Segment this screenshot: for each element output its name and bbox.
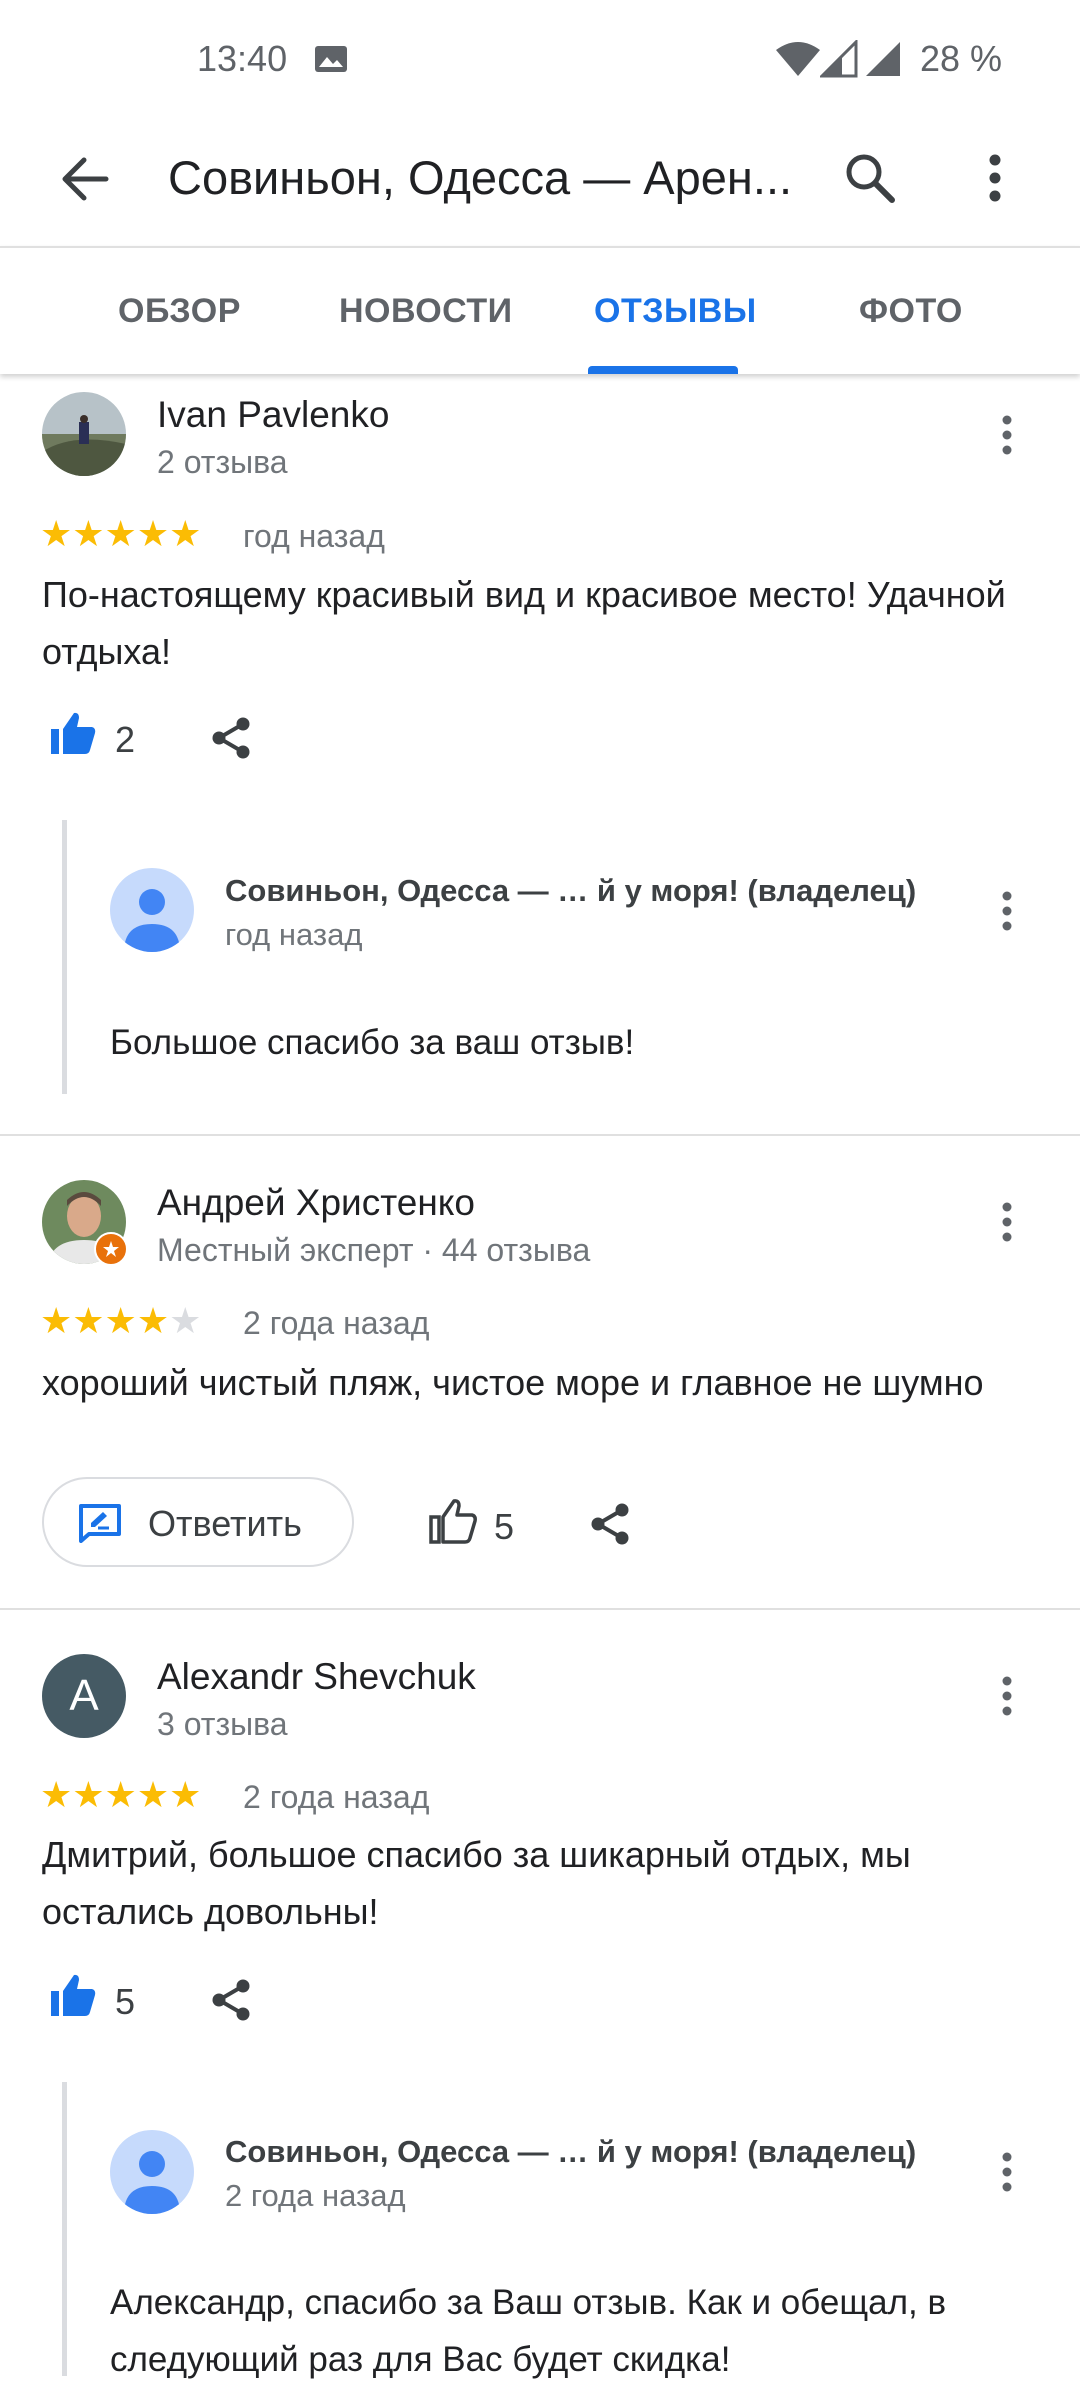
reply-button-label: Ответить bbox=[148, 1503, 302, 1544]
active-tab-indicator bbox=[588, 366, 738, 374]
reviewer-avatar[interactable]: A bbox=[42, 1654, 126, 1738]
tab-reviews[interactable]: ОТЗЫВЫ bbox=[594, 292, 757, 331]
tab-overview[interactable]: ОБЗОР bbox=[118, 292, 241, 331]
review-more-icon[interactable] bbox=[1000, 415, 1014, 455]
like-count: 5 bbox=[115, 1981, 136, 2022]
owner-avatar bbox=[110, 868, 194, 952]
local-guide-badge-icon bbox=[94, 1232, 128, 1266]
star-rating: ★★★★★ bbox=[40, 1774, 202, 1815]
share-icon[interactable] bbox=[589, 1502, 631, 1546]
star-rating: ★★★★★ bbox=[40, 1300, 202, 1341]
reply-more-icon[interactable] bbox=[1000, 2152, 1014, 2192]
more-options-icon[interactable] bbox=[988, 154, 1002, 202]
tab-photos[interactable]: ФОТО bbox=[859, 292, 963, 331]
thumbs-up-icon[interactable] bbox=[48, 1972, 98, 2018]
review-time: год назад bbox=[243, 518, 385, 554]
owner-reply-time: 2 года назад bbox=[225, 2178, 406, 2213]
thumbs-up-icon[interactable] bbox=[48, 710, 98, 756]
page-title: Совиньон, Одесса — Арен... bbox=[168, 151, 793, 204]
wifi-icon bbox=[776, 42, 820, 76]
review-text: хороший чистый пляж, чистое море и главн… bbox=[42, 1362, 984, 1403]
share-icon[interactable] bbox=[210, 716, 252, 760]
reply-divider bbox=[62, 2082, 67, 2376]
reviewer-name[interactable]: Alexandr Shevchuk bbox=[157, 1656, 476, 1698]
thumbs-up-icon[interactable] bbox=[428, 1498, 478, 1544]
share-icon[interactable] bbox=[210, 1978, 252, 2022]
signal-icon bbox=[820, 40, 858, 78]
review-more-icon[interactable] bbox=[1000, 1676, 1014, 1716]
reviewer-review-count: 2 отзыва bbox=[157, 444, 288, 480]
tab-news[interactable]: НОВОСТИ bbox=[339, 292, 513, 331]
image-notification-icon bbox=[315, 46, 347, 72]
owner-avatar bbox=[110, 2130, 194, 2214]
status-time: 13:40 bbox=[197, 38, 288, 79]
like-count: 5 bbox=[494, 1506, 515, 1547]
battery-percent: 28 % bbox=[919, 38, 1002, 79]
star-rating: ★★★★★ bbox=[40, 513, 202, 554]
reviewer-review-count: Местный эксперт · 44 отзыва bbox=[157, 1232, 591, 1268]
owner-name: Совиньон, Одесса — … й у моря! (владелец… bbox=[225, 873, 917, 908]
owner-reply-time: год назад bbox=[225, 917, 363, 952]
owner-reply-text: Александр, спасибо за Ваш отзыв. Как и о… bbox=[110, 2283, 947, 2379]
back-arrow-icon[interactable] bbox=[60, 156, 110, 202]
reply-more-icon[interactable] bbox=[1000, 891, 1014, 931]
reply-button[interactable]: Ответить bbox=[42, 1477, 354, 1567]
reviewer-review-count: 3 отзыва bbox=[157, 1706, 288, 1742]
review-divider bbox=[0, 1608, 1080, 1610]
search-icon[interactable] bbox=[844, 152, 896, 204]
like-count: 2 bbox=[115, 719, 136, 760]
reply-divider bbox=[62, 820, 67, 1094]
review-text: Дмитрий, большое спасибо за шикарный отд… bbox=[42, 1834, 911, 1932]
review-time: 2 года назад bbox=[243, 1305, 430, 1341]
review-divider bbox=[0, 1134, 1080, 1136]
tab-bar: ОБЗОР НОВОСТИ ОТЗЫВЫ ФОТО bbox=[0, 246, 1080, 374]
reviewer-name[interactable]: Андрей Христенко bbox=[157, 1182, 475, 1224]
review-time: 2 года назад bbox=[243, 1779, 430, 1815]
signal-icon-2 bbox=[866, 42, 900, 76]
owner-name: Совиньон, Одесса — … й у моря! (владелец… bbox=[225, 2134, 917, 2169]
reply-edit-icon bbox=[79, 1504, 121, 1543]
reviewer-avatar[interactable] bbox=[42, 392, 126, 476]
review-more-icon[interactable] bbox=[1000, 1202, 1014, 1242]
reviewer-name[interactable]: Ivan Pavlenko bbox=[157, 394, 389, 436]
owner-reply-text: Большое спасибо за ваш отзыв! bbox=[110, 1023, 635, 1062]
review-text: По-настоящему красивый вид и красивое ме… bbox=[42, 574, 1006, 672]
